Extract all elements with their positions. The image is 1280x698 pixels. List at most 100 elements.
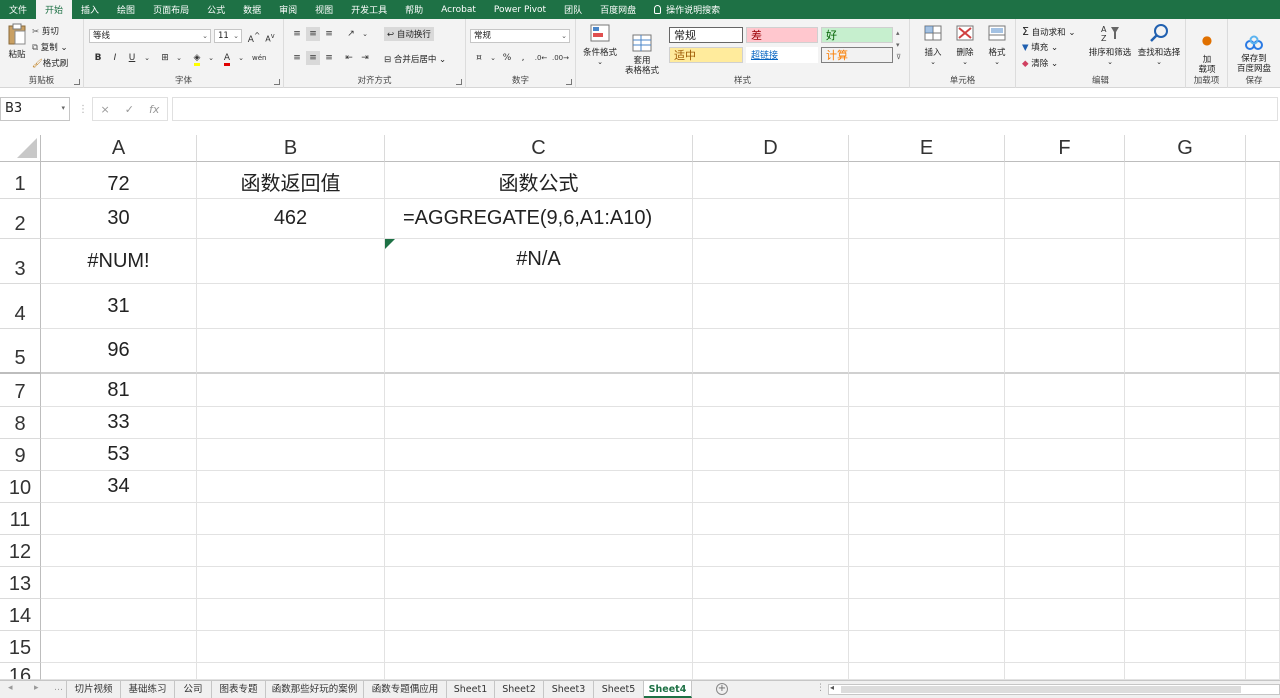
fill-button[interactable]: ▼ 填充 ⌄ xyxy=(1022,41,1058,53)
cell-a2[interactable]: 30 xyxy=(41,199,197,239)
grid-cell[interactable] xyxy=(1246,439,1280,471)
sort-filter-button[interactable]: AZ 排序和筛选 ⌄ xyxy=(1086,23,1134,66)
grid-cell[interactable] xyxy=(1246,284,1280,329)
grid-cell[interactable] xyxy=(693,439,849,471)
grid-cell[interactable] xyxy=(385,284,693,329)
grid-cell[interactable] xyxy=(197,471,385,503)
grid-cell[interactable] xyxy=(197,284,385,329)
grid-cell[interactable] xyxy=(693,663,849,680)
grid-cell[interactable] xyxy=(197,407,385,439)
sheet-tab-function-topic[interactable]: 函数专题偶应用 xyxy=(364,681,447,698)
tab-page-layout[interactable]: 页面布局 xyxy=(144,0,198,19)
column-header-e[interactable]: E xyxy=(849,135,1005,162)
grow-font-button[interactable]: A^ xyxy=(247,29,261,45)
grid-cell[interactable] xyxy=(1005,162,1125,199)
align-right-icon[interactable]: ≡ xyxy=(322,51,336,65)
grid-cell[interactable] xyxy=(1005,329,1125,374)
delete-cells-button[interactable]: 删除 ⌄ xyxy=(950,23,980,66)
row-header-1[interactable]: 1 xyxy=(0,162,41,199)
tab-data[interactable]: 数据 xyxy=(234,0,270,19)
alignment-launcher-icon[interactable] xyxy=(456,79,462,85)
chevron-down-icon[interactable]: ⌄ xyxy=(172,51,186,65)
grid-cell[interactable] xyxy=(1246,329,1280,374)
row-header-13[interactable]: 13 xyxy=(0,567,41,599)
grid-cell[interactable] xyxy=(1246,535,1280,567)
fx-icon[interactable]: fx xyxy=(149,103,159,116)
cell-c2[interactable]: =AGGREGATE(9,6,A1:A10) xyxy=(385,199,693,239)
increase-decimal-icon[interactable]: .0← xyxy=(534,51,548,65)
row-header-12[interactable]: 12 xyxy=(0,535,41,567)
style-neutral[interactable]: 适中 xyxy=(669,47,743,63)
column-header-b[interactable]: B xyxy=(197,135,385,162)
grid-cell[interactable] xyxy=(693,535,849,567)
grid-cell[interactable] xyxy=(41,631,197,663)
grid-cell[interactable] xyxy=(385,439,693,471)
grid-cell[interactable] xyxy=(197,374,385,407)
sheet-tab-fun-cases[interactable]: 函数那些好玩的案例 xyxy=(266,681,364,698)
grid-cell[interactable] xyxy=(1125,239,1246,284)
grid-cell[interactable] xyxy=(385,407,693,439)
grid-cell[interactable] xyxy=(1246,162,1280,199)
align-bottom-icon[interactable]: ≡ xyxy=(322,27,336,41)
grid-cell[interactable] xyxy=(849,329,1005,374)
underline-button[interactable]: U xyxy=(125,51,139,65)
comma-button[interactable]: , xyxy=(516,51,530,65)
cell-c1[interactable]: 函数公式 xyxy=(385,162,693,199)
formula-input[interactable] xyxy=(172,97,1278,121)
sheet-tab-sheet1[interactable]: Sheet1 xyxy=(447,681,495,698)
grid-cell[interactable] xyxy=(385,374,693,407)
grid-cell[interactable] xyxy=(1005,663,1125,680)
style-calculation[interactable]: 计算 xyxy=(821,47,893,63)
bold-button[interactable]: B xyxy=(91,51,105,65)
scroll-left-icon[interactable]: ◂ xyxy=(830,683,834,692)
column-header-g[interactable]: G xyxy=(1125,135,1246,162)
currency-icon[interactable]: ¤ xyxy=(472,51,486,65)
sheet-tab-sheet2[interactable]: Sheet2 xyxy=(495,681,544,698)
grid-cell[interactable] xyxy=(1246,199,1280,239)
row-header-10[interactable]: 10 xyxy=(0,471,41,503)
grid-cell[interactable] xyxy=(41,535,197,567)
decrease-decimal-icon[interactable]: .00→ xyxy=(552,51,569,65)
sheet-tab-chart-topic[interactable]: 图表专题 xyxy=(212,681,266,698)
row-header-7[interactable]: 7 xyxy=(0,374,41,407)
grid-cell[interactable] xyxy=(1125,374,1246,407)
grid-cell[interactable] xyxy=(197,503,385,535)
sheet-tab-sheet3[interactable]: Sheet3 xyxy=(544,681,594,698)
grid-cell[interactable] xyxy=(1125,631,1246,663)
grid-cell[interactable] xyxy=(1246,599,1280,631)
grid-cell[interactable] xyxy=(849,284,1005,329)
grid-cell[interactable] xyxy=(849,239,1005,284)
decrease-indent-icon[interactable]: ⇤ xyxy=(342,51,356,65)
grid-cell[interactable] xyxy=(1125,162,1246,199)
tab-baidu-netdisk[interactable]: 百度网盘 xyxy=(591,0,645,19)
font-launcher-icon[interactable] xyxy=(274,79,280,85)
style-bad[interactable]: 差 xyxy=(746,27,818,43)
grid-cell[interactable] xyxy=(1246,471,1280,503)
grid-cell[interactable] xyxy=(849,471,1005,503)
style-hyperlink[interactable]: 超链接 xyxy=(746,47,818,63)
align-left-icon[interactable]: ≡ xyxy=(290,51,304,65)
grid-cell[interactable] xyxy=(1125,599,1246,631)
grid-cell[interactable] xyxy=(849,503,1005,535)
row-header-15[interactable]: 15 xyxy=(0,631,41,663)
grid-cell[interactable] xyxy=(1125,407,1246,439)
name-box[interactable]: B3 ▾ xyxy=(0,97,70,121)
sheet-tab-sheet5[interactable]: Sheet5 xyxy=(594,681,644,698)
tab-team[interactable]: 团队 xyxy=(555,0,591,19)
grid-cell[interactable] xyxy=(693,599,849,631)
cell-a10[interactable]: 34 xyxy=(41,471,197,503)
sheet-tab-sheet4[interactable]: Sheet4 xyxy=(644,681,692,698)
column-header-c[interactable]: C xyxy=(385,135,693,162)
cell-b3[interactable] xyxy=(197,239,385,284)
grid-cell[interactable] xyxy=(1005,199,1125,239)
chevron-down-icon[interactable]: ⌄ xyxy=(358,27,372,41)
check-icon[interactable]: ✓ xyxy=(125,103,134,116)
grid-cell[interactable] xyxy=(197,663,385,680)
grid-cell[interactable] xyxy=(385,535,693,567)
styles-scroll[interactable]: ▴ ▾ ⊽ xyxy=(896,27,901,63)
tab-formulas[interactable]: 公式 xyxy=(198,0,234,19)
column-header-f[interactable]: F xyxy=(1005,135,1125,162)
grid-cell[interactable] xyxy=(385,663,693,680)
cell-b1[interactable]: 函数返回值 xyxy=(197,162,385,199)
cell-a3[interactable]: #NUM! xyxy=(41,239,197,284)
